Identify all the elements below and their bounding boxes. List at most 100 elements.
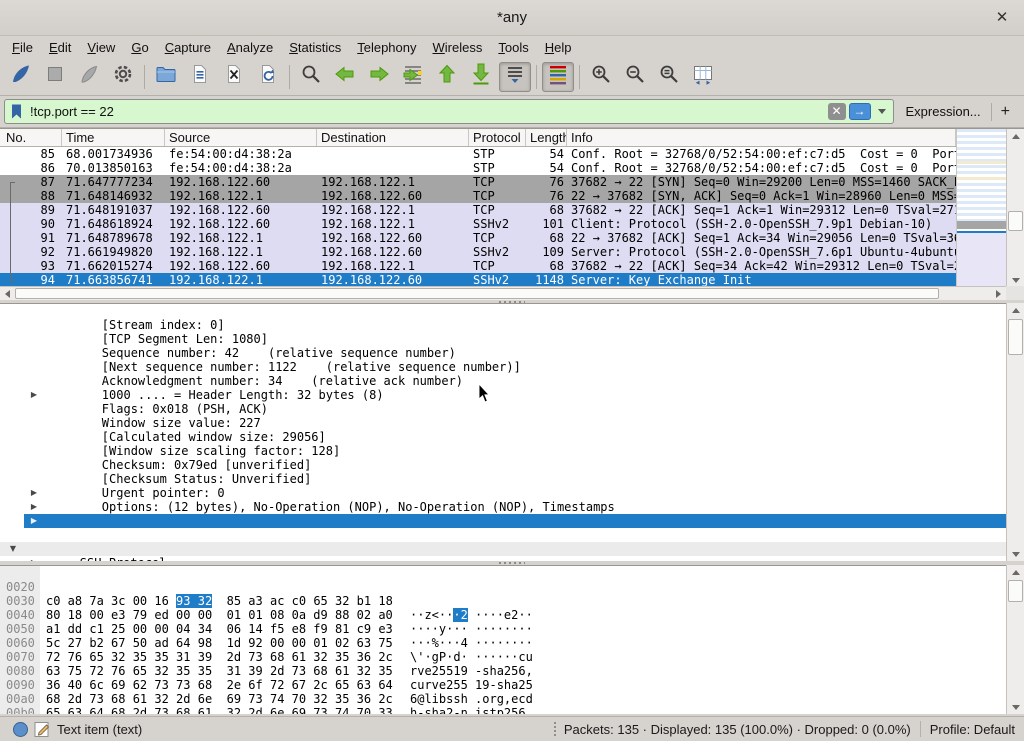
hex-row[interactable]: 00a0 65 63 64 68 2d 73 68 61 32 2d 6e 69… [0, 678, 1006, 692]
packet-minimap[interactable] [956, 129, 1006, 287]
detail-line[interactable]: Window size value: 227 [0, 402, 1006, 416]
menu-item[interactable]: Edit [41, 38, 79, 57]
expander-icon[interactable]: ▶ [27, 486, 41, 500]
filter-history-caret-icon[interactable] [878, 109, 886, 114]
start-capture-button[interactable] [5, 62, 37, 92]
vscroll-thumb[interactable] [1008, 580, 1023, 602]
column-header-length[interactable]: Length [526, 129, 567, 146]
detail-line[interactable]: Acknowledgment number: 34 (relative ack … [0, 360, 1006, 374]
packet-row[interactable]: 93 71.662015274 192.168.122.60 192.168.1… [0, 259, 956, 273]
menu-item[interactable]: Telephony [349, 38, 424, 57]
scroll-up-button[interactable] [1007, 303, 1024, 317]
hex-row[interactable]: 0040 a1 dd c1 25 00 00 04 34 06 14 f5 e8… [0, 594, 1006, 608]
go-back-button[interactable] [329, 62, 361, 92]
expander-icon[interactable]: ▶ [27, 514, 41, 528]
profile-button[interactable]: Profile: Default [930, 722, 1024, 737]
scroll-up-button[interactable] [1007, 129, 1024, 143]
column-header-info[interactable]: Info [567, 129, 956, 146]
hex-row[interactable]: 0060 72 76 65 32 35 35 31 39 2d 73 68 61… [0, 622, 1006, 636]
column-header-protocol[interactable]: Protocol [469, 129, 526, 146]
packet-row[interactable]: 86 70.013850163 fe:54:00:d4:38:2a STP 54… [0, 161, 956, 175]
go-forward-button[interactable] [363, 62, 395, 92]
scroll-down-button[interactable] [1007, 700, 1024, 714]
detail-line[interactable]: [Checksum Status: Unverified] [0, 458, 1006, 472]
scroll-right-button[interactable] [991, 287, 1005, 301]
packet-row[interactable]: 88 71.648146932 192.168.122.1 192.168.12… [0, 189, 956, 203]
bookmark-icon[interactable] [8, 103, 26, 120]
detail-line[interactable]: [Stream index: 0] [0, 304, 1006, 318]
detail-line[interactable]: Sequence number: 42 (relative sequence n… [0, 332, 1006, 346]
save-file-button[interactable] [184, 62, 216, 92]
column-header-source[interactable]: Source [165, 129, 317, 146]
menu-item[interactable]: Go [123, 38, 156, 57]
detail-line[interactable]: Checksum: 0x79ed [unverified] [0, 444, 1006, 458]
expression-button[interactable]: Expression... [894, 104, 991, 119]
add-filter-button[interactable]: + [992, 103, 1020, 121]
stop-capture-button[interactable] [39, 62, 71, 92]
menu-item[interactable]: File [4, 38, 41, 57]
menu-item[interactable]: Statistics [281, 38, 349, 57]
restart-capture-button[interactable] [73, 62, 105, 92]
expert-info-icon[interactable] [13, 722, 28, 737]
detail-line[interactable]: Urgent pointer: 0 [0, 472, 1006, 486]
zoom-original-button[interactable] [653, 62, 685, 92]
display-filter-box[interactable]: ✕ → [4, 99, 894, 124]
packet-row[interactable]: 92 71.661949820 192.168.122.1 192.168.12… [0, 245, 956, 259]
packet-row[interactable]: 91 71.648789678 192.168.122.1 192.168.12… [0, 231, 956, 245]
column-header-destination[interactable]: Destination [317, 129, 469, 146]
expander-icon[interactable]: ▼ [6, 542, 20, 556]
pane-splitter[interactable] [0, 561, 1024, 564]
packet-list-vscrollbar[interactable] [1006, 129, 1024, 287]
hex-row[interactable]: 0070 63 75 72 76 65 32 35 35 31 39 2d 73… [0, 636, 1006, 650]
detail-line[interactable]: [Calculated window size: 29056] [0, 416, 1006, 430]
detail-line[interactable]: ▶[Timestamps] [0, 514, 1006, 528]
capture-options-button[interactable] [107, 62, 139, 92]
scroll-left-button[interactable] [0, 287, 14, 301]
reload-file-button[interactable] [252, 62, 284, 92]
detail-line[interactable]: [Next sequence number: 1122 (relative se… [0, 346, 1006, 360]
go-to-packet-button[interactable] [397, 62, 429, 92]
hex-row[interactable]: 0020 c0 a8 7a 3c 00 16 93 32 85 a3 ac c0… [0, 566, 1006, 580]
hex-vscrollbar[interactable] [1006, 565, 1024, 714]
detail-line[interactable]: TCP payload (1080 bytes) [0, 528, 1006, 542]
scroll-down-button[interactable] [1007, 547, 1024, 561]
menu-item[interactable]: Analyze [219, 38, 281, 57]
expander-icon[interactable]: ▶ [27, 500, 41, 514]
close-window-button[interactable]: ✕ [992, 8, 1012, 28]
clear-filter-button[interactable]: ✕ [828, 103, 846, 120]
detail-line[interactable]: ▶[SEQ/ACK analysis] [0, 500, 1006, 514]
title-bar[interactable]: *any ✕ [0, 0, 1024, 36]
packet-row[interactable]: 94 71.663856741 192.168.122.1 192.168.12… [0, 273, 956, 287]
packet-row[interactable]: 87 71.647777234 192.168.122.60 192.168.1… [0, 175, 956, 189]
packet-row[interactable]: 89 71.648191037 192.168.122.60 192.168.1… [0, 203, 956, 217]
capture-comment-icon[interactable] [34, 721, 51, 738]
hex-row[interactable]: 0030 80 18 00 e3 79 ed 00 00 01 01 08 0a… [0, 580, 1006, 594]
zoom-out-button[interactable] [619, 62, 651, 92]
column-header-no[interactable]: No. [0, 129, 62, 146]
resize-columns-button[interactable] [687, 62, 719, 92]
menu-item[interactable]: Capture [157, 38, 219, 57]
packet-row[interactable]: 85 68.001734936 fe:54:00:d4:38:2a STP 54… [0, 147, 956, 161]
detail-line[interactable]: [Window size scaling factor: 128] [0, 430, 1006, 444]
apply-filter-button[interactable]: → [849, 103, 871, 120]
scroll-up-button[interactable] [1007, 565, 1024, 579]
scroll-down-button[interactable] [1007, 273, 1024, 287]
close-file-button[interactable] [218, 62, 250, 92]
menu-item[interactable]: Help [537, 38, 580, 57]
hex-row[interactable]: 0080 36 40 6c 69 62 73 73 68 2e 6f 72 67… [0, 650, 1006, 664]
expander-icon[interactable]: ▶ [27, 388, 41, 402]
details-vscrollbar[interactable] [1006, 303, 1024, 561]
hex-row[interactable]: 0050 5c 27 b2 67 50 ad 64 98 1d 92 00 00… [0, 608, 1006, 622]
detail-line[interactable]: ▶Flags: 0x018 (PSH, ACK) [0, 388, 1006, 402]
packet-list-hscrollbar[interactable] [0, 286, 1006, 300]
display-filter-input[interactable] [26, 104, 828, 119]
column-header-time[interactable]: Time [62, 129, 165, 146]
hscroll-thumb[interactable] [15, 288, 939, 299]
go-to-last-packet-button[interactable] [465, 62, 497, 92]
detail-line[interactable]: ▶Options: (12 bytes), No-Operation (NOP)… [0, 486, 1006, 500]
find-packet-button[interactable] [295, 62, 327, 92]
menu-item[interactable]: Wireless [425, 38, 491, 57]
hex-row[interactable]: 00b0 38 34 2c 65 63 64 68 2d 73 68 61 32… [0, 692, 1006, 706]
menu-item[interactable]: Tools [490, 38, 536, 57]
vscroll-thumb[interactable] [1008, 319, 1023, 355]
